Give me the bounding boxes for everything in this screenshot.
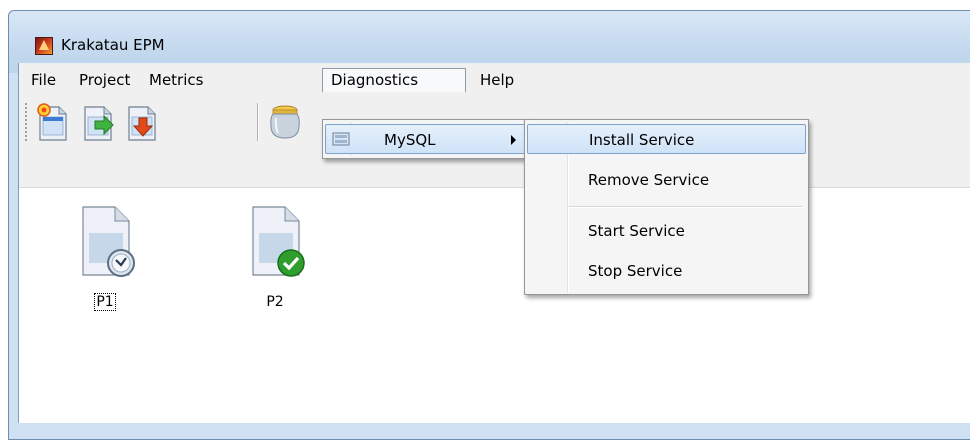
menu-item-mysql[interactable]: MySQL — [325, 124, 529, 154]
project-icon-p1[interactable] — [77, 205, 135, 277]
export-document-button[interactable] — [125, 101, 161, 143]
window-title: Krakatau EPM — [61, 36, 165, 54]
menu-file[interactable]: File — [23, 68, 64, 92]
menu-diagnostics[interactable]: Diagnostics — [322, 68, 466, 92]
diagnostics-dropdown: MySQL — [322, 119, 532, 159]
jar-button[interactable] — [267, 101, 303, 143]
project-icon-p2[interactable] — [247, 205, 305, 277]
toolbar-grip[interactable] — [25, 103, 30, 141]
menu-separator — [569, 206, 802, 208]
menu-bar: File Project Metrics Diagnostics Help — [19, 63, 970, 95]
mysql-submenu: Install Service Remove Service Start Ser… — [524, 119, 809, 295]
document-icon — [82, 206, 135, 277]
menu-item-mysql-label: MySQL — [384, 131, 436, 149]
database-icon — [332, 132, 350, 146]
export-document-icon — [128, 106, 156, 141]
client-area: File Project Metrics Diagnostics Help P1… — [18, 63, 970, 423]
menu-item-remove-service[interactable]: Remove Service — [527, 165, 806, 195]
document-icon — [252, 206, 305, 277]
remove-service-label: Remove Service — [588, 171, 710, 189]
new-document-icon — [37, 103, 67, 141]
app-icon — [35, 37, 53, 55]
menu-help[interactable]: Help — [472, 68, 522, 92]
menu-item-install-service[interactable]: Install Service — [527, 124, 806, 154]
toolbar-separator — [257, 103, 259, 141]
menu-item-start-service[interactable]: Start Service — [527, 216, 806, 246]
new-document-button[interactable] — [35, 101, 71, 143]
start-service-label: Start Service — [588, 222, 685, 240]
project-label-p2[interactable]: P2 — [245, 294, 305, 310]
menu-item-stop-service[interactable]: Stop Service — [527, 256, 806, 286]
install-service-label: Install Service — [589, 131, 695, 149]
menu-project[interactable]: Project — [71, 68, 138, 92]
import-document-icon — [84, 106, 114, 141]
stop-service-label: Stop Service — [588, 262, 683, 280]
project-label-p1[interactable]: P1 — [75, 293, 135, 311]
import-document-button[interactable] — [81, 101, 117, 143]
menu-metrics[interactable]: Metrics — [141, 68, 211, 92]
jar-icon — [270, 105, 300, 139]
submenu-arrow-icon — [511, 135, 516, 145]
